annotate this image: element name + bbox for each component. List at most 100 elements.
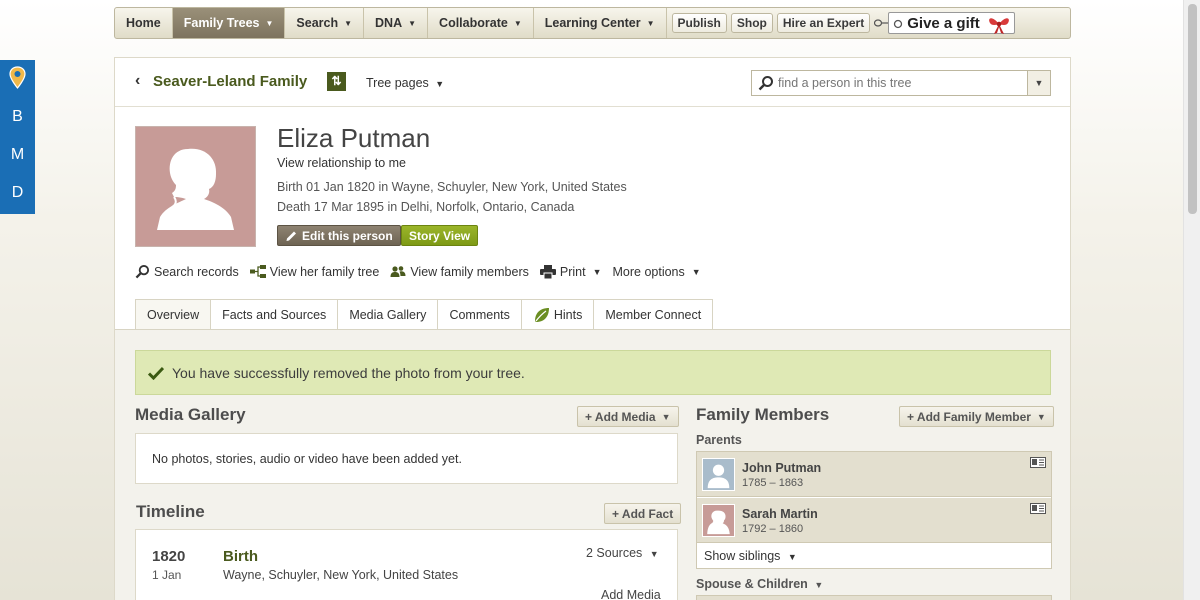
bmd-marriages-button[interactable]: M [0, 146, 35, 164]
bmd-births-button[interactable]: B [0, 108, 35, 126]
tab-comments[interactable]: Comments [437, 299, 522, 329]
nav-learning-center[interactable]: Learning Center ▼ [534, 8, 667, 38]
search-icon [135, 264, 150, 279]
caret-down-icon: ▼ [592, 266, 602, 277]
printer-icon [539, 264, 556, 279]
nav-collaborate-label: Collaborate [439, 16, 508, 30]
bmd-deaths-button[interactable]: D [0, 184, 35, 202]
tab-member-connect-label: Member Connect [605, 307, 702, 322]
more-options-label: More options [612, 264, 685, 279]
edit-person-button[interactable]: Edit this person [277, 225, 401, 246]
view-family-tree-label: View her family tree [269, 264, 380, 279]
family-member-years: 1792 – 1860 [742, 523, 804, 535]
more-options-menu[interactable]: More options ▼ [613, 264, 701, 279]
bmd-sidebar: B M D [0, 60, 35, 214]
tab-facts-and-sources[interactable]: Facts and Sources [210, 299, 339, 329]
family-members-title: Family Members [696, 405, 830, 424]
tab-overview[interactable]: Overview [135, 299, 212, 329]
timeline-year: 1820 [152, 548, 186, 565]
add-fact-label: + Add Fact [612, 506, 674, 521]
tab-member-connect[interactable]: Member Connect [593, 299, 714, 329]
nav-collaborate[interactable]: Collaborate ▼ [428, 8, 534, 38]
add-family-member-label: + Add Family Member [907, 409, 1031, 424]
profile-card-icon[interactable] [1030, 503, 1046, 514]
story-view-button[interactable]: Story View [401, 225, 479, 246]
search-dropdown-button[interactable]: ▼ [1027, 71, 1050, 95]
parents-box: John Putman 1785 – 1863 Sarah Martin 179… [696, 451, 1052, 569]
give-gift-label: Give a gift [907, 14, 980, 32]
spouse-children-box [696, 595, 1052, 600]
view-family-members-label: View family members [410, 264, 529, 279]
add-fact-button[interactable]: + Add Fact [604, 503, 682, 524]
add-family-member-button[interactable]: + Add Family Member ▼ [899, 406, 1054, 427]
family-member-row[interactable]: John Putman 1785 – 1863 [697, 452, 1051, 497]
timeline-day: 1 Jan [152, 568, 182, 582]
profile-card-icon[interactable] [1030, 457, 1046, 468]
nav-buttons: Publish Shop Hire an Expert [667, 8, 871, 38]
people-icon [390, 266, 406, 277]
show-siblings-toggle[interactable]: Show siblings ▼ [704, 549, 797, 563]
back-chevron-icon[interactable]: ‹ [135, 72, 140, 90]
caret-down-icon: ▼ [661, 411, 671, 422]
print-menu[interactable]: Print ▼ [539, 264, 602, 279]
search-records-label: Search records [154, 264, 239, 279]
caret-down-icon: ▼ [1036, 411, 1046, 422]
view-family-members-link[interactable]: View family members [390, 264, 529, 279]
family-member-years: 1785 – 1863 [742, 477, 804, 489]
tree-name[interactable]: Seaver-Leland Family [153, 73, 307, 90]
timeline-sources-menu[interactable]: 2 Sources ▼ [586, 546, 659, 560]
nav-search[interactable]: Search ▼ [285, 8, 365, 38]
birth-summary: Birth 01 Jan 1820 in Wayne, Schuyler, Ne… [277, 180, 627, 194]
view-family-tree-link[interactable]: View her family tree [249, 264, 380, 279]
nav-home-label: Home [126, 16, 161, 30]
scrollbar-thumb[interactable] [1188, 4, 1197, 214]
tab-hints[interactable]: Hints [520, 299, 595, 329]
add-media-label: + Add Media [585, 409, 656, 424]
family-member-name[interactable]: Sarah Martin [742, 507, 818, 521]
family-member-row[interactable]: Sarah Martin 1792 – 1860 [697, 498, 1051, 543]
tab-media-label: Media Gallery [349, 307, 427, 322]
caret-down-icon: ▼ [814, 580, 824, 590]
nav-dna[interactable]: DNA ▼ [364, 8, 429, 38]
timeline-event-link[interactable]: Birth [223, 548, 258, 565]
nav-family-trees[interactable]: Family Trees ▼ [172, 8, 286, 38]
nav-dna-label: DNA [375, 16, 403, 30]
publish-button[interactable]: Publish [671, 13, 727, 33]
view-relationship-link[interactable]: View relationship to me [277, 156, 406, 170]
search-records-link[interactable]: Search records [135, 264, 239, 279]
story-view-label: Story View [409, 228, 471, 243]
chevron-down-icon: ▼ [513, 18, 522, 28]
tab-media-gallery[interactable]: Media Gallery [337, 299, 439, 329]
chevron-down-icon: ▼ [646, 18, 655, 28]
tree-search-input[interactable] [774, 76, 1027, 90]
caret-down-icon: ▼ [1034, 78, 1044, 88]
page-scrollbar[interactable] [1183, 0, 1200, 600]
spouse-children-toggle[interactable]: Spouse & Children ▼ [696, 577, 823, 591]
person-name: Eliza Putman [277, 123, 431, 153]
give-gift-button[interactable]: Give a gift [874, 8, 1015, 38]
person-actions: Search records View her family tree View… [135, 264, 701, 279]
hire-expert-button[interactable]: Hire an Expert [776, 13, 871, 33]
chevron-down-icon: ▼ [344, 18, 353, 28]
nav-family-trees-label: Family Trees [183, 16, 260, 30]
tab-comments-label: Comments [449, 307, 510, 322]
tree-pages-label: Tree pages [366, 76, 429, 90]
nav-home[interactable]: Home [115, 8, 173, 38]
timeline-add-media-link[interactable]: Add Media [601, 588, 661, 600]
tree-search: ▼ [751, 70, 1051, 96]
gift-tag: Give a gift [888, 12, 1015, 34]
map-pin-icon[interactable] [9, 66, 26, 90]
pedigree-icon [249, 265, 266, 278]
add-media-button[interactable]: + Add Media ▼ [577, 406, 679, 427]
tree-switch-icon[interactable]: ⇅ [327, 72, 346, 91]
chevron-down-icon: ▼ [408, 18, 417, 28]
shop-button[interactable]: Shop [730, 13, 773, 33]
nav-learning-center-label: Learning Center [544, 16, 641, 30]
success-message: You have successfully removed the photo … [135, 350, 1051, 395]
profile-photo[interactable] [135, 126, 256, 247]
spouse-children-label: Spouse & Children [696, 577, 808, 591]
top-navigation: Home Family Trees ▼ Search ▼ DNA ▼ Colla… [114, 7, 1071, 39]
family-member-name[interactable]: John Putman [742, 461, 821, 475]
tree-pages-menu[interactable]: Tree pages ▼ [366, 76, 444, 90]
timeline-sources-label: 2 Sources [586, 546, 643, 560]
